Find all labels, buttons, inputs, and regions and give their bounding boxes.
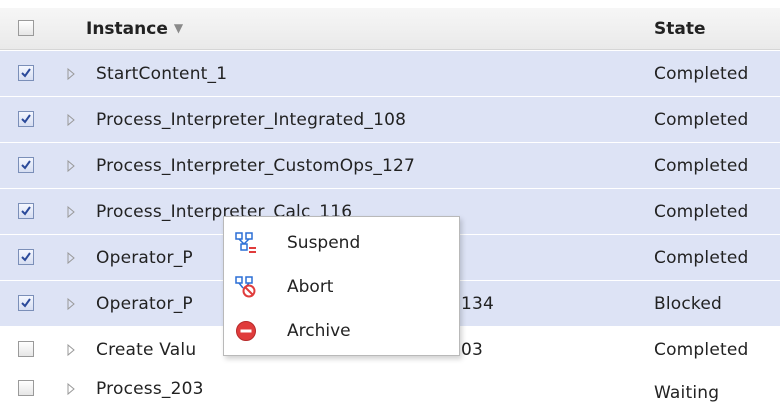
expand-arrow-icon[interactable]	[66, 113, 76, 127]
row-checkbox[interactable]	[18, 157, 34, 173]
state-cell: Completed	[654, 64, 749, 84]
state-cell: Completed	[654, 110, 749, 130]
menu-item-abort[interactable]: Abort	[224, 267, 459, 307]
expand-arrow-icon[interactable]	[66, 251, 76, 265]
row-checkbox[interactable]	[18, 203, 34, 219]
instance-cell: Operator_P	[96, 248, 193, 268]
instance-cell-tail: 03	[461, 340, 484, 360]
abort-icon	[235, 276, 256, 298]
suspend-icon	[235, 232, 256, 253]
state-cell: Completed	[654, 156, 749, 176]
sort-descending-icon: ▼	[173, 20, 184, 35]
instance-cell: StartContent_1	[96, 64, 228, 84]
row-checkbox[interactable]	[18, 341, 34, 357]
context-menu: Suspend Abort Archive	[223, 216, 460, 356]
menu-item-archive[interactable]: Archive	[224, 311, 459, 351]
table-row[interactable]: Process_Interpreter_Integrated_108 Compl…	[0, 97, 780, 143]
select-all-checkbox[interactable]	[18, 19, 34, 36]
expand-arrow-icon[interactable]	[66, 159, 76, 173]
state-cell: Blocked	[654, 294, 723, 314]
menu-item-label: Archive	[287, 321, 351, 341]
instance-cell-tail: 134	[461, 294, 495, 314]
expand-arrow-icon[interactable]	[66, 297, 76, 311]
table-row[interactable]: Process_203 Waiting	[0, 366, 780, 411]
instance-cell: Process_Interpreter_CustomOps_127	[96, 156, 416, 176]
table-row[interactable]: StartContent_1 Completed	[0, 51, 780, 97]
column-header-instance[interactable]: Instance ▼	[86, 19, 183, 39]
menu-item-suspend[interactable]: Suspend	[224, 223, 459, 263]
instance-cell: Create Valu	[96, 340, 197, 360]
row-checkbox[interactable]	[18, 65, 34, 81]
column-header-instance-label: Instance	[86, 18, 168, 39]
row-checkbox[interactable]	[18, 379, 34, 396]
archive-icon	[236, 321, 256, 341]
row-checkbox[interactable]	[18, 111, 34, 127]
state-cell: Waiting	[654, 383, 720, 403]
row-checkbox[interactable]	[18, 295, 34, 311]
state-cell: Completed	[654, 202, 749, 222]
menu-item-label: Abort	[287, 277, 334, 297]
instance-cell: Process_203	[96, 378, 204, 399]
expand-arrow-icon[interactable]	[66, 67, 76, 81]
state-cell: Completed	[654, 340, 749, 360]
expand-arrow-icon[interactable]	[66, 343, 76, 357]
row-checkbox[interactable]	[18, 249, 34, 265]
instance-grid: Instance ▼ State StartContent_1 Completed…	[0, 0, 780, 411]
menu-item-label: Suspend	[287, 233, 361, 253]
instance-cell: Process_Interpreter_Integrated_108	[96, 110, 407, 130]
instance-cell: Operator_P	[96, 294, 193, 314]
grid-header: Instance ▼ State	[0, 8, 780, 50]
state-cell: Completed	[654, 248, 749, 268]
column-header-state[interactable]: State	[654, 19, 706, 39]
expand-arrow-icon[interactable]	[66, 205, 76, 219]
expand-arrow-icon[interactable]	[66, 382, 76, 396]
table-row[interactable]: Process_Interpreter_CustomOps_127 Comple…	[0, 143, 780, 189]
